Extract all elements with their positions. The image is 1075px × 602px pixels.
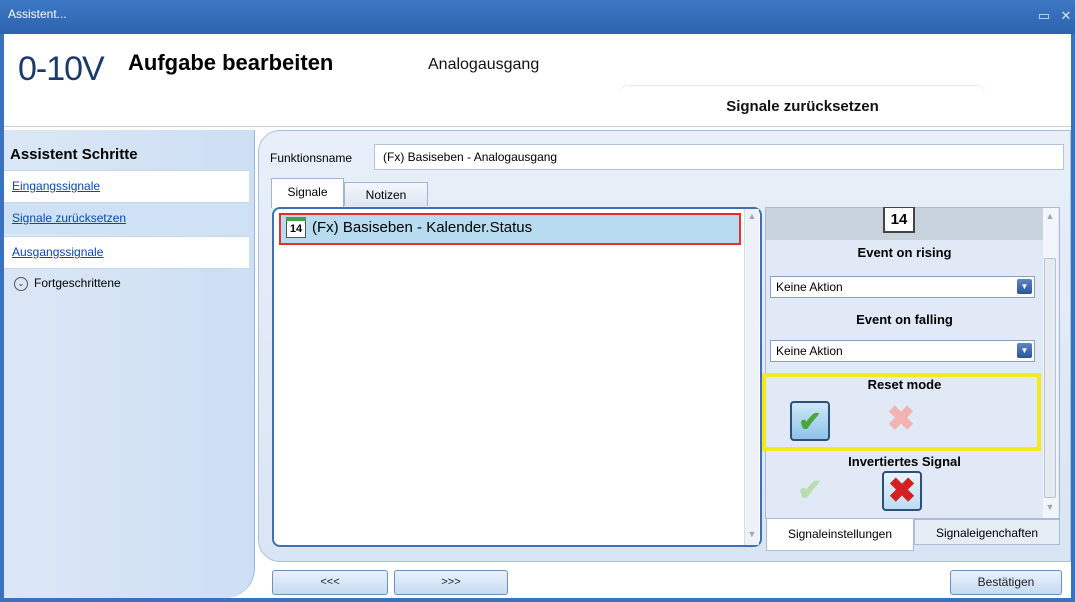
scroll-down-icon[interactable]: ▼ [1043, 502, 1057, 512]
scroll-down-icon[interactable]: ▼ [745, 529, 759, 539]
sidebar-item-signale-zuruecksetzen[interactable]: Signale zurücksetzen [4, 202, 249, 234]
reset-mode-yes-button[interactable]: ✔ [790, 401, 830, 441]
tab-signale[interactable]: Signale [271, 178, 344, 208]
confirm-button[interactable]: Bestätigen [950, 570, 1062, 595]
chevron-down-icon[interactable]: ⌄ [14, 277, 28, 291]
reset-mode-no-button[interactable]: ✖ [881, 400, 921, 440]
sidebar-item-label[interactable]: Ausgangssignale [12, 245, 103, 259]
tab-notizen[interactable]: Notizen [344, 182, 428, 206]
sidebar-item-label[interactable]: Signale zurücksetzen [12, 211, 126, 225]
window-title-bar: Assistent... ▭ ✕ [0, 0, 1075, 34]
function-name-input[interactable]: (Fx) Basiseben - Analogausgang [374, 144, 1064, 170]
dropdown-arrow-icon[interactable]: ▼ [1017, 343, 1032, 358]
function-name-label: Funktionsname [270, 151, 353, 165]
signal-list [272, 207, 762, 547]
header-divider [4, 126, 1071, 127]
inverted-no-button[interactable]: ✖ [882, 471, 922, 511]
scroll-up-icon[interactable]: ▲ [1043, 211, 1057, 221]
inverted-signal-title: Invertiertes Signal [848, 454, 961, 469]
close-icon[interactable]: ✕ [1058, 9, 1074, 23]
list-scrollbar[interactable]: ▲ ▼ [744, 209, 759, 545]
rising-select[interactable]: Keine Aktion ▼ [770, 276, 1035, 298]
next-button[interactable]: >>> [394, 570, 508, 595]
rising-select-value: Keine Aktion [776, 280, 843, 294]
inverted-yes-button[interactable]: ✔ [790, 472, 830, 512]
page-subtitle: Analogausgang [428, 56, 540, 73]
scrollbar-thumb[interactable] [1044, 258, 1056, 498]
sidebar-item-eingangssignale[interactable]: Eingangssignale [4, 170, 249, 202]
page-title: Aufgabe bearbeiten [128, 50, 334, 75]
falling-title: Event on falling [856, 312, 953, 327]
falling-select[interactable]: Keine Aktion ▼ [770, 340, 1035, 362]
tab-signaleinstellungen[interactable]: Signaleinstellungen [766, 519, 914, 551]
sidebar-item-label[interactable]: Eingangssignale [12, 179, 100, 193]
rising-title: Event on rising [857, 245, 952, 260]
window-title: Assistent... [8, 7, 67, 21]
tab-signaleigenschaften[interactable]: Signaleigenchaften [914, 519, 1060, 545]
falling-select-value: Keine Aktion [776, 344, 843, 358]
calendar-icon: 14 [883, 207, 915, 233]
previous-button[interactable]: <<< [272, 570, 388, 595]
steps-title: Assistent Schritte [10, 146, 138, 163]
calendar-icon: 14 [286, 217, 306, 238]
app-logo: 0-10V [18, 50, 105, 88]
restore-icon[interactable]: ▭ [1036, 9, 1052, 23]
scroll-up-icon[interactable]: ▲ [745, 211, 759, 221]
reset-mode-title: Reset mode [867, 377, 942, 392]
sidebar-item-ausgangssignale[interactable]: Ausgangssignale [4, 236, 249, 268]
advanced-toggle[interactable]: Fortgeschrittene [34, 276, 121, 290]
section-title: Signale zurücksetzen [620, 86, 985, 126]
dropdown-arrow-icon[interactable]: ▼ [1017, 279, 1032, 294]
signal-label[interactable]: (Fx) Basiseben - Kalender.Status [312, 219, 532, 236]
sidebar-divider [4, 268, 249, 269]
